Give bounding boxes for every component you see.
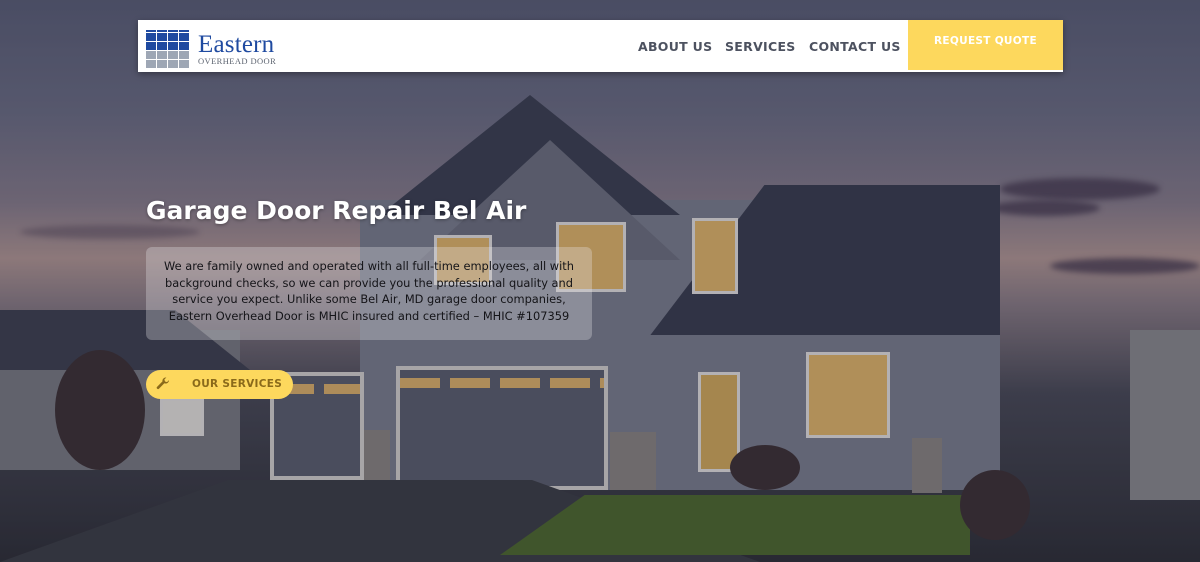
nav-link-about[interactable]: ABOUT US: [638, 39, 712, 54]
wrench-icon: [156, 377, 170, 390]
nav-link-contact[interactable]: CONTACT US: [809, 39, 901, 54]
garage-door-grid-icon: [146, 30, 190, 68]
intro-text: We are family owned and operated with al…: [164, 259, 574, 323]
our-services-label: OUR SERVICES: [192, 378, 283, 390]
site-logo[interactable]: Eastern OVERHEAD DOOR: [146, 30, 306, 70]
our-services-button[interactable]: OUR SERVICES: [146, 370, 293, 399]
nav-item-contact: CONTACT US: [809, 20, 901, 72]
nav-item-services: SERVICES: [725, 20, 796, 72]
intro-box: We are family owned and operated with al…: [146, 247, 592, 340]
site-header: Eastern OVERHEAD DOOR ABOUT US SERVICES …: [138, 20, 1063, 72]
logo-name: Eastern: [198, 31, 275, 58]
page-title: Garage Door Repair Bel Air: [146, 196, 527, 225]
nav-link-services[interactable]: SERVICES: [725, 39, 796, 54]
nav-item-about: ABOUT US: [638, 20, 712, 72]
request-quote-button[interactable]: REQUEST QUOTE: [908, 20, 1063, 70]
logo-tagline: OVERHEAD DOOR: [198, 56, 277, 66]
